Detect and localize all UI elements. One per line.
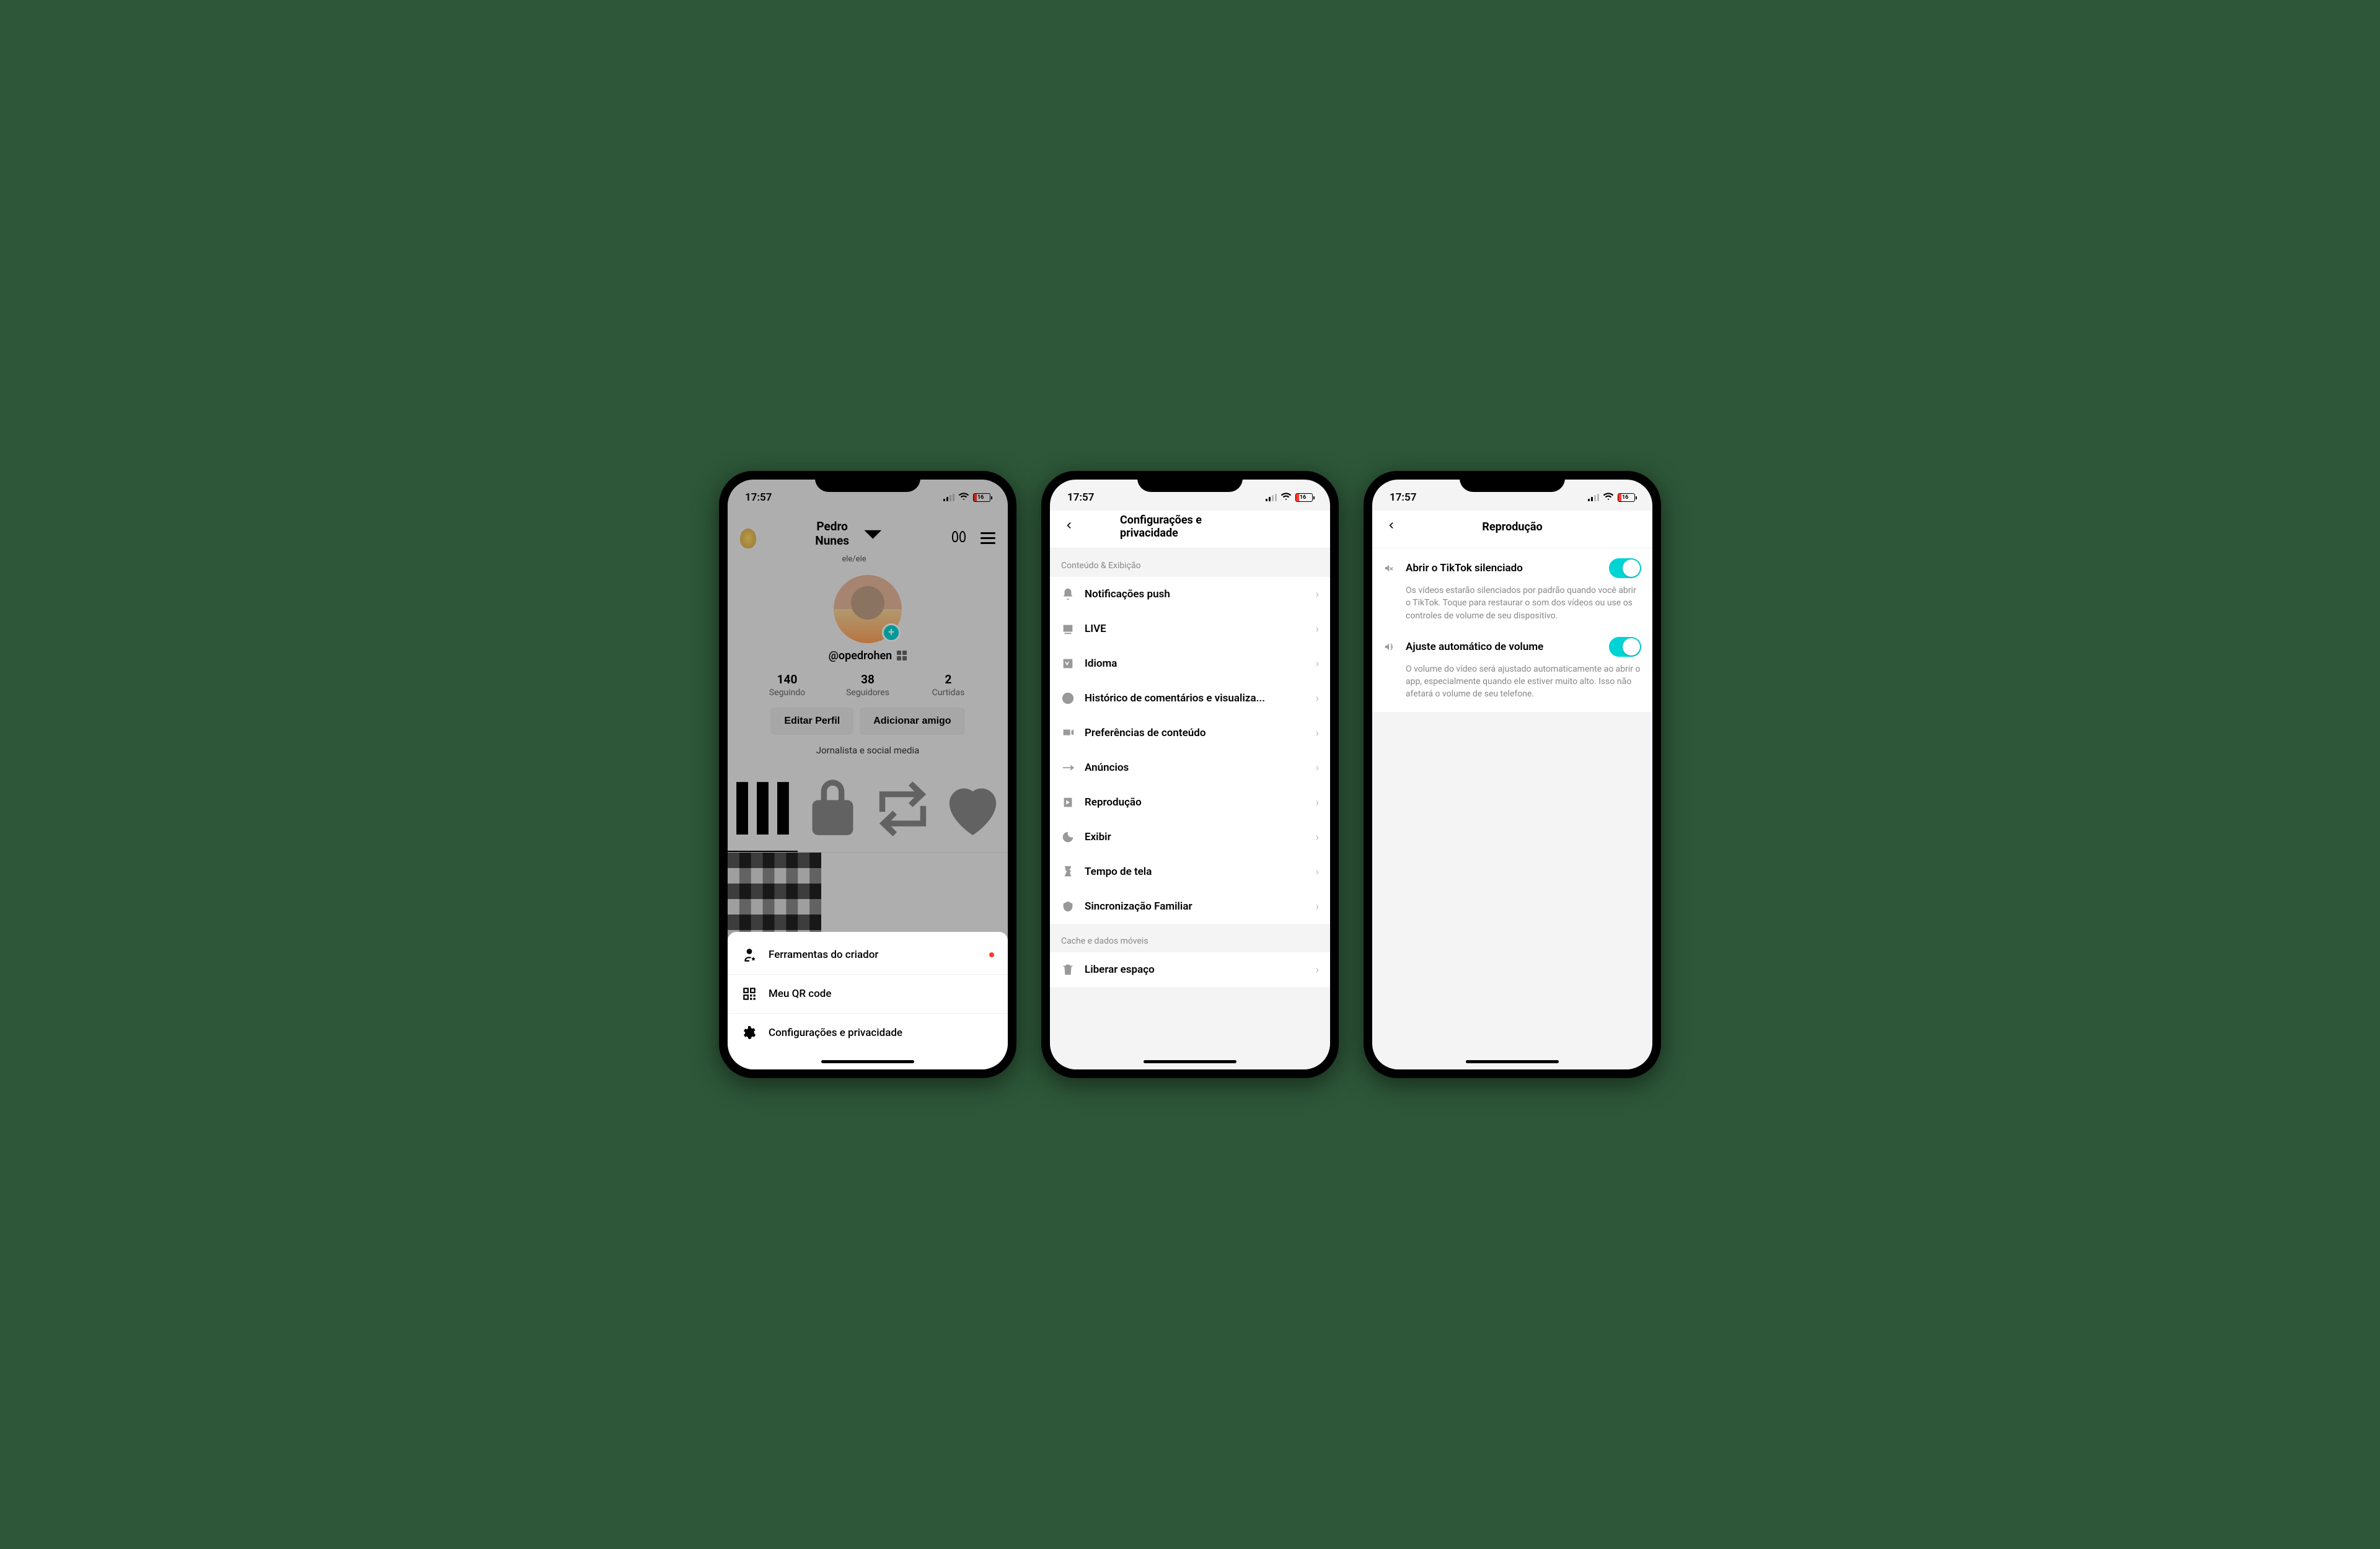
notification-dot-icon [989,952,994,957]
section-header: Cache e dados móveis [1050,924,1330,952]
speaker-mute-icon [1383,561,1397,575]
sheet-item-label: Meu QR code [769,988,832,1000]
nav-header: Reprodução [1372,511,1652,548]
home-indicator[interactable] [821,1060,914,1063]
settings-row-screen-time[interactable]: Tempo de tela › [1050,854,1330,889]
phone-playback: 17:57 16 Reprodução Abrir o TikTok silen… [1364,471,1661,1078]
chevron-right-icon: › [1316,727,1319,740]
status-time: 17:57 [1390,491,1416,504]
wifi-icon [1603,491,1614,504]
ads-icon [1061,761,1075,774]
row-label: Histórico de comentários e visualiza... [1085,692,1306,704]
sheet-item-label: Configurações e privacidade [769,1027,902,1039]
chevron-right-icon: › [1316,692,1319,705]
chevron-right-icon: › [1316,831,1319,844]
playback-icon [1061,796,1075,809]
notch [1137,471,1243,492]
settings-row-live[interactable]: LIVE › [1050,612,1330,646]
settings-row-display[interactable]: Exibir › [1050,820,1330,854]
signal-icon [1266,494,1277,501]
gear-icon [741,1025,757,1041]
settings-row-language[interactable]: Idioma › [1050,646,1330,681]
settings-row-ads[interactable]: Anúncios › [1050,750,1330,785]
home-indicator[interactable] [1144,1060,1236,1063]
row-label: Notificações push [1085,588,1306,600]
setting-auto-volume: Ajuste automático de volume [1406,641,1600,653]
row-label: Anúncios [1085,761,1306,774]
back-button[interactable] [1382,516,1399,538]
row-label: LIVE [1085,623,1306,635]
chevron-right-icon: › [1316,761,1319,774]
sheet-item-label: Ferramentas do criador [769,949,878,961]
toggle-mute-on-open[interactable] [1609,558,1641,578]
setting-description: O volume do vídeo será ajustado automati… [1383,663,1641,701]
settings-row-family-sync[interactable]: Sincronização Familiar › [1050,889,1330,924]
chevron-right-icon: › [1316,657,1319,670]
setting-mute-on-open: Abrir o TikTok silenciado [1406,562,1600,574]
chevron-right-icon: › [1316,588,1319,601]
settings-row-playback[interactable]: Reprodução › [1050,785,1330,820]
display-icon [1061,830,1075,844]
phone-profile: 17:57 16 Pedro Nunes [719,471,1016,1078]
sheet-creator-tools[interactable]: Ferramentas do criador [728,936,1008,975]
notch [1460,471,1565,492]
row-label: Idioma [1085,657,1306,670]
push-notifications-icon [1061,587,1075,601]
row-label: Exibir [1085,831,1306,843]
chevron-right-icon: › [1316,623,1319,636]
chevron-right-icon: › [1316,866,1319,879]
setting-description: Os vídeos estarão silenciados por padrão… [1383,584,1641,622]
settings-row-content-prefs[interactable]: Preferências de conteúdo › [1050,716,1330,750]
settings-row-history[interactable]: Histórico de comentários e visualiza... › [1050,681,1330,716]
page-title: Configurações e privacidade [1120,514,1260,540]
section-header: Conteúdo & Exibição [1050,548,1330,577]
row-label: Reprodução [1085,796,1306,809]
row-label: Liberar espaço [1085,963,1306,976]
phone-settings: 17:57 16 Configurações e privacidade Con… [1041,471,1339,1078]
screen-time-icon [1061,865,1075,879]
qr-code-icon [741,986,757,1002]
row-label: Sincronização Familiar [1085,900,1306,913]
history-icon [1061,691,1075,705]
family-sync-icon [1061,900,1075,913]
chevron-right-icon: › [1316,900,1319,913]
trash-icon [1061,963,1075,976]
bottom-sheet: Ferramentas do criador Meu QR code Confi… [728,932,1008,1069]
row-label: Tempo de tela [1085,866,1306,878]
sheet-settings-privacy[interactable]: Configurações e privacidade [728,1014,1008,1052]
wifi-icon [1280,491,1292,504]
live-icon [1061,622,1075,636]
home-indicator[interactable] [1466,1060,1559,1063]
chevron-right-icon: › [1316,796,1319,809]
settings-row-free-space[interactable]: Liberar espaço › [1050,952,1330,987]
sheet-qr-code[interactable]: Meu QR code [728,975,1008,1014]
language-icon [1061,657,1075,670]
battery-icon: 16 [1618,493,1635,502]
person-star-icon [741,947,757,963]
chevron-right-icon: › [1316,963,1319,976]
nav-header: Configurações e privacidade [1050,511,1330,548]
signal-icon [1588,494,1599,501]
row-label: Preferências de conteúdo [1085,727,1306,739]
notch [815,471,920,492]
content-prefs-icon [1061,726,1075,740]
page-title: Reprodução [1482,520,1542,533]
toggle-auto-volume[interactable] [1609,637,1641,657]
settings-row-push-notifications[interactable]: Notificações push › [1050,577,1330,612]
battery-icon: 16 [1295,493,1313,502]
status-time: 17:57 [1067,491,1094,504]
speaker-icon [1383,640,1397,654]
back-button[interactable] [1060,516,1077,538]
